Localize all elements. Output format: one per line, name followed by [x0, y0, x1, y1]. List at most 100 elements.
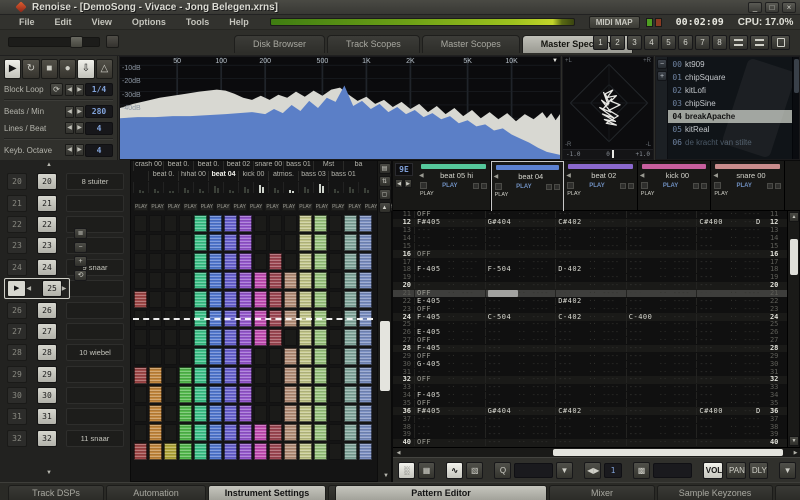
matrix-track-label[interactable]: bass 01: [283, 161, 313, 171]
matrix-cell[interactable]: [314, 215, 327, 232]
pattern-cell[interactable]: ---··----: [696, 243, 767, 250]
pattern-cell[interactable]: ---··----: [696, 290, 767, 297]
sequencer-position[interactable]: 32: [37, 430, 57, 447]
matrix-cell[interactable]: [164, 367, 177, 384]
pattern-cell[interactable]: ---··----: [696, 439, 767, 446]
pattern-cell[interactable]: ---··----: [696, 298, 767, 305]
pattern-cell[interactable]: ---··----: [626, 243, 697, 250]
pattern-cell[interactable]: ---··----: [485, 400, 556, 407]
matrix-cell[interactable]: [284, 253, 297, 270]
matrix-track-label[interactable]: atmos.: [268, 171, 298, 181]
matrix-cell[interactable]: [194, 291, 207, 308]
matrix-cell[interactable]: [179, 215, 192, 232]
sequencer-position[interactable]: 29: [37, 366, 57, 383]
matrix-square-icon[interactable]: ▢: [379, 189, 391, 200]
section-label[interactable]: 10 wiebel: [66, 344, 124, 361]
sequencer-position[interactable]: 23: [37, 237, 57, 254]
matrix-cell[interactable]: [134, 329, 147, 346]
track-play-button[interactable]: PLAY: [265, 203, 279, 211]
matrix-cell[interactable]: [314, 329, 327, 346]
sequence-list-button[interactable]: ≣: [74, 228, 87, 239]
matrix-cell[interactable]: [179, 272, 192, 289]
view-preset-3[interactable]: 3: [627, 35, 642, 50]
matrix-cell[interactable]: [254, 234, 267, 251]
quantize-dropdown[interactable]: ▼: [556, 462, 573, 479]
track-play-cell[interactable]: PLAY: [167, 195, 181, 211]
pattern-cell[interactable]: ---··----: [555, 251, 626, 258]
tab-sample-editor[interactable]: Sample Editor: [775, 485, 800, 500]
track-plus-button[interactable]: [628, 183, 634, 189]
tab-track-scopes[interactable]: Track Scopes: [327, 35, 420, 53]
sequencer-position[interactable]: 21: [37, 195, 57, 212]
octave-value[interactable]: 4: [85, 144, 113, 157]
matrix-cell[interactable]: [239, 424, 252, 441]
track-play-button[interactable]: PLAY: [298, 203, 312, 211]
matrix-cell[interactable]: [284, 367, 297, 384]
matrix-cell[interactable]: [314, 348, 327, 365]
loop-button[interactable]: ↻: [22, 59, 39, 79]
matrix-cell[interactable]: [149, 329, 162, 346]
pattern-cell[interactable]: OFF··---: [414, 439, 485, 446]
matrix-cell[interactable]: [269, 215, 282, 232]
pattern-cell[interactable]: ---··----: [555, 353, 626, 360]
pattern-cell[interactable]: ··----: [485, 290, 556, 297]
matrix-cell[interactable]: [194, 234, 207, 251]
sequencer-position[interactable]: 25: [42, 280, 61, 297]
matrix-cell[interactable]: [299, 234, 312, 251]
instrument-collapse-button[interactable]: −: [657, 59, 667, 69]
matrix-cell[interactable]: [359, 253, 372, 270]
sequencer-play-arrow[interactable]: ▶: [7, 280, 26, 297]
track-play-button[interactable]: PLAY: [150, 203, 164, 211]
sequencer-position-dim[interactable]: 23: [7, 237, 27, 254]
track-play-cell[interactable]: PLAY: [315, 195, 329, 211]
keyboard-focus-button[interactable]: [771, 35, 790, 50]
track-play-button[interactable]: PLAY: [216, 203, 230, 211]
lpb-value[interactable]: 4: [85, 122, 113, 135]
matrix-cell[interactable]: [179, 367, 192, 384]
matrix-cell[interactable]: [194, 348, 207, 365]
track-minus-button[interactable]: [693, 183, 699, 189]
matrix-cell[interactable]: [239, 386, 252, 403]
matrix-cell[interactable]: [134, 253, 147, 270]
matrix-cell[interactable]: [239, 272, 252, 289]
matrix-cell[interactable]: [179, 253, 192, 270]
pattern-cell[interactable]: G-405··---: [414, 361, 485, 368]
matrix-cell[interactable]: [284, 443, 297, 460]
matrix-cell[interactable]: [269, 234, 282, 251]
pattern-track-header-beat-02[interactable]: ◀beat 02PLAYPLAY: [564, 161, 638, 211]
matrix-cell[interactable]: [269, 405, 282, 422]
matrix-cell[interactable]: [134, 215, 147, 232]
sequencer-position-dim[interactable]: 30: [7, 387, 27, 404]
matrix-cell[interactable]: [134, 405, 147, 422]
track-play-cell[interactable]: PLAY: [282, 195, 296, 211]
matrix-cell[interactable]: [239, 443, 252, 460]
matrix-cell[interactable]: [239, 234, 252, 251]
matrix-cell[interactable]: [269, 348, 282, 365]
track-plus-button[interactable]: [701, 183, 707, 189]
pattern-cell[interactable]: ---··----: [555, 243, 626, 250]
tab-track-dsps[interactable]: Track DSPs: [8, 485, 104, 500]
view-preset-2[interactable]: 2: [610, 35, 625, 50]
matrix-cell[interactable]: [329, 405, 342, 422]
matrix-cell[interactable]: [239, 329, 252, 346]
matrix-cell[interactable]: [314, 386, 327, 403]
track-play-cell[interactable]: PLAY: [150, 195, 164, 211]
matrix-cell[interactable]: [224, 348, 237, 365]
single-track-view-button[interactable]: ░: [398, 462, 415, 479]
matrix-cell[interactable]: [344, 443, 357, 460]
matrix-cell[interactable]: [254, 272, 267, 289]
matrix-cell[interactable]: [194, 272, 207, 289]
matrix-cell[interactable]: [254, 424, 267, 441]
matrix-cell[interactable]: [224, 424, 237, 441]
matrix-cell[interactable]: [224, 272, 237, 289]
slider-thumb[interactable]: [70, 36, 83, 48]
block-loop-dec[interactable]: ◀: [65, 84, 74, 96]
scroll-thumb[interactable]: [794, 59, 799, 93]
track-play-cell[interactable]: PLAY: [249, 195, 263, 211]
matrix-cell[interactable]: [314, 424, 327, 441]
matrix-cell[interactable]: [299, 443, 312, 460]
pattern-cell[interactable]: ---··----: [626, 298, 697, 305]
matrix-cell[interactable]: [134, 367, 147, 384]
sequencer-position[interactable]: 22: [37, 216, 57, 233]
track-play-button[interactable]: PLAY: [315, 203, 329, 211]
